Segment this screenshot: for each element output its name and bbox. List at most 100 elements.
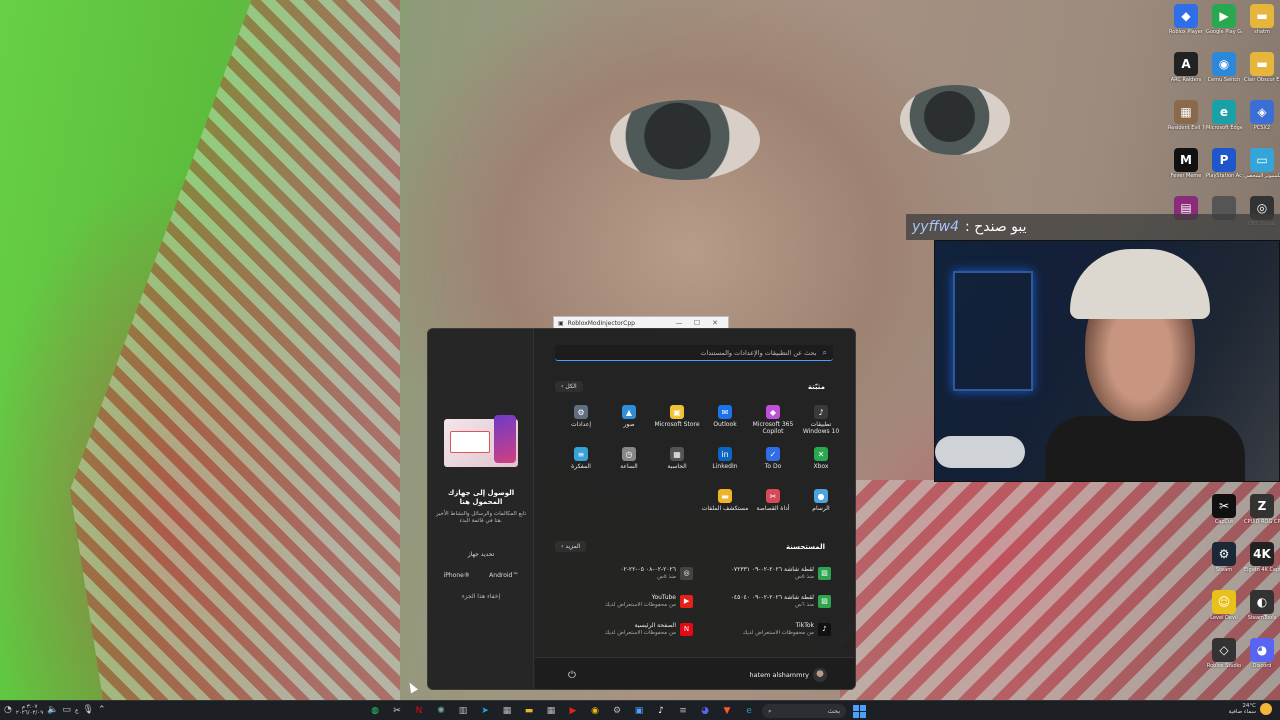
desktop-icon-label: Steam bbox=[1215, 567, 1233, 573]
desktop-icon-label: SteamTools bbox=[1247, 615, 1277, 621]
recommended-item[interactable]: N الصفحة الرئيسية من محفوظات الاستعراض ل… bbox=[555, 615, 693, 643]
maximize-button[interactable]: ☐ bbox=[688, 319, 706, 327]
language-indicator[interactable]: ع bbox=[75, 707, 79, 714]
battery-icon[interactable]: ▭ bbox=[62, 705, 71, 715]
desktop-icon[interactable]: ⚙ Steam bbox=[1206, 542, 1242, 573]
pinned-app[interactable]: ♪ تطبيقات Windows 10 bbox=[797, 401, 845, 443]
recommended-name: لقطة شاشة ٢٠٢٦-٠٢-٠٩ ٠٤٥٠٤٠ bbox=[730, 593, 814, 601]
chevron-up-icon[interactable]: ⌃ bbox=[98, 705, 106, 715]
recommended-item[interactable]: ▨ لقطة شاشة ٢٠٢٦-٠٢-٠٩ ٠٤٥٠٤٠ منذ ٦س bbox=[693, 587, 831, 615]
youtube-icon: ▶ bbox=[680, 594, 693, 608]
taskbar-app-netflix[interactable]: N bbox=[410, 703, 428, 719]
weather-widget[interactable]: 24°C سماء صافية bbox=[1229, 703, 1272, 715]
chatgpt-icon: ✺ bbox=[437, 706, 445, 716]
minimize-button[interactable]: — bbox=[670, 319, 688, 327]
pinned-app[interactable]: ≡ المفكرة bbox=[557, 443, 605, 485]
desktop-icon[interactable]: A ARC Raiders bbox=[1168, 52, 1204, 83]
close-button[interactable]: ✕ bbox=[706, 319, 724, 327]
calculator-icon: ▦ bbox=[670, 447, 684, 461]
pinned-app[interactable]: ▬ مستكشف الملفات bbox=[701, 485, 749, 527]
window-title: RobloxModInjectorCpp bbox=[567, 319, 635, 327]
microphone-icon[interactable]: 🎙 bbox=[83, 705, 94, 715]
desktop-icon[interactable]: ☺ Level Devil bbox=[1206, 590, 1242, 621]
cpuz-icon: Z bbox=[1250, 494, 1274, 518]
taskbar-app-chrome[interactable]: ◉ bbox=[586, 703, 604, 719]
pinned-app[interactable]: ✕ Xbox bbox=[797, 443, 845, 485]
taskbar-search-box[interactable]: ⌕ بحث bbox=[762, 704, 846, 718]
taskbar-app-notepad[interactable]: ≡ bbox=[674, 703, 692, 719]
taskbar-app-telegram[interactable]: ➤ bbox=[476, 703, 494, 719]
taskbar-app-brave[interactable]: ▼ bbox=[718, 703, 736, 719]
recommended-item[interactable]: ◎ ٢٠٢٦-٠٢-٠٨ ٠٥-٢٢-٠٢ منذ ٥س bbox=[555, 559, 693, 587]
taskbar-app-task-manager[interactable]: ▥ bbox=[454, 703, 472, 719]
start-button[interactable] bbox=[850, 703, 868, 719]
recommended-item[interactable]: ♪ TikTok من محفوظات الاستعراض لديك bbox=[693, 615, 831, 643]
pinned-app[interactable]: ✂ أداة القصاصة bbox=[749, 485, 797, 527]
desktop-icon[interactable]: ◈ PCSX2 bbox=[1244, 100, 1280, 131]
recommended-subtitle: من محفوظات الاستعراض لديك bbox=[604, 601, 676, 608]
start-search-input[interactable]: بحث عن التطبيقات والإعدادات والمستندات ⌕ bbox=[555, 345, 833, 361]
desktop-icon[interactable]: ◕ Discord bbox=[1244, 638, 1280, 669]
desktop-icon[interactable]: ◐ SteamTools bbox=[1244, 590, 1280, 621]
taskbar-app-calendar[interactable]: ▦ bbox=[542, 703, 560, 719]
taskbar-app-calculator[interactable]: ▦ bbox=[498, 703, 516, 719]
recommended-header: المستحسنة ‹ المزيد bbox=[555, 541, 825, 552]
desktop-icon-label: Roblox Studio bbox=[1206, 663, 1242, 669]
taskbar-app-tiktok[interactable]: ♪ bbox=[652, 703, 670, 719]
recommended-subtitle: منذ ٦س bbox=[795, 601, 814, 608]
computer-icon: ▭ bbox=[1250, 148, 1274, 172]
power-button[interactable]: ⏻ bbox=[565, 668, 579, 682]
taskbar-app-edge[interactable]: e bbox=[740, 703, 758, 719]
desktop-icon[interactable]: 4K Elgato 4K Capture bbox=[1244, 542, 1280, 573]
volume-icon[interactable]: 🔈 bbox=[47, 705, 58, 715]
android-button[interactable]: Android™ bbox=[486, 570, 521, 581]
pinned-app[interactable]: ✉ Outlook bbox=[701, 401, 749, 443]
wifi-icon[interactable]: ◔ bbox=[4, 705, 12, 715]
taskbar-app-discord[interactable]: ◕ bbox=[696, 703, 714, 719]
taskbar-app-store[interactable]: ▣ bbox=[630, 703, 648, 719]
desktop-icon[interactable]: ▭ هذا الكمبيوتر الشخصي bbox=[1244, 148, 1280, 179]
desktop-icon[interactable]: ▬ shatm bbox=[1244, 4, 1280, 35]
recommended-item[interactable]: ▨ لقطة شاشة ٢٠٢٦-٠٢-٠٩ ٠٧٢٣٣١ منذ ٥س bbox=[693, 559, 831, 587]
desktop-icon[interactable]: ◇ Roblox Studio bbox=[1206, 638, 1242, 669]
pinned-app[interactable]: ◷ الساعة bbox=[605, 443, 653, 485]
pinned-app[interactable]: ▣ Microsoft Store bbox=[653, 401, 701, 443]
desktop-icon[interactable]: P PlayStation Accessories bbox=[1206, 148, 1242, 179]
desktop-icon[interactable]: ✂ CapCut bbox=[1206, 494, 1242, 525]
webcam-microphone bbox=[935, 436, 1025, 468]
pinned-app[interactable]: ◆ Microsoft 365 Copilot bbox=[749, 401, 797, 443]
pinned-app[interactable]: in LinkedIn bbox=[701, 443, 749, 485]
hide-pane-link[interactable]: إخفاء هذا الجزء bbox=[434, 593, 528, 600]
netflix-icon: N bbox=[415, 706, 423, 716]
taskbar-app-chatgpt[interactable]: ✺ bbox=[432, 703, 450, 719]
desktop-icon[interactable]: ▬ Clair Obscur Expedition 33 bbox=[1244, 52, 1280, 83]
taskbar-app-capcut[interactable]: ✂ bbox=[388, 703, 406, 719]
pinned-app[interactable]: ▲ صور bbox=[605, 401, 653, 443]
whatsapp-icon: ◍ bbox=[371, 706, 379, 716]
desktop-icon[interactable]: ▶ Google Play Games bbox=[1206, 4, 1242, 35]
user-account-button[interactable]: hatem alshammry bbox=[749, 668, 827, 682]
clock[interactable]: ٣:٠٧ م ٢٠٢٦/٠٢/٠٩ bbox=[16, 704, 43, 716]
pinned-app[interactable]: ● الرسام bbox=[797, 485, 845, 527]
taskbar-app-youtube[interactable]: ▶ bbox=[564, 703, 582, 719]
desktop-icon[interactable]: ◉ Cemu Switch bbox=[1206, 52, 1242, 83]
desktop-icon[interactable]: Z CPUID ROG CPU-Z bbox=[1244, 494, 1280, 525]
desktop-icon[interactable]: ◆ Roblox Player bbox=[1168, 4, 1204, 35]
all-apps-button[interactable]: ‹ الكل bbox=[555, 381, 583, 392]
recommended-item[interactable]: ▶ YouTube من محفوظات الاستعراض لديك bbox=[555, 587, 693, 615]
more-button[interactable]: ‹ المزيد bbox=[555, 541, 587, 552]
iphone-button[interactable]: iPhone® bbox=[441, 570, 473, 581]
webcam-person-hat bbox=[1070, 249, 1210, 319]
desktop-icon[interactable]: e Microsoft Edge bbox=[1206, 100, 1242, 131]
taskbar-app-settings[interactable]: ⚙ bbox=[608, 703, 626, 719]
taskbar-app-whatsapp[interactable]: ◍ bbox=[366, 703, 384, 719]
desktop-icon[interactable]: ▦ Resident Evil 7 Biohazard bbox=[1168, 100, 1204, 131]
folder-icon: ▬ bbox=[1250, 52, 1274, 76]
windows-logo-icon bbox=[852, 704, 859, 711]
phone-pane-title: الوصول إلى جهازك المحمول هنا bbox=[447, 489, 515, 506]
pinned-app[interactable]: ▦ الحاسبة bbox=[653, 443, 701, 485]
desktop-icon[interactable]: M Fever Meme bbox=[1168, 148, 1204, 179]
pinned-app[interactable]: ⚙ إعدادات bbox=[557, 401, 605, 443]
taskbar-app-file-explorer[interactable]: ▬ bbox=[520, 703, 538, 719]
pinned-app[interactable]: ✓ To Do bbox=[749, 443, 797, 485]
